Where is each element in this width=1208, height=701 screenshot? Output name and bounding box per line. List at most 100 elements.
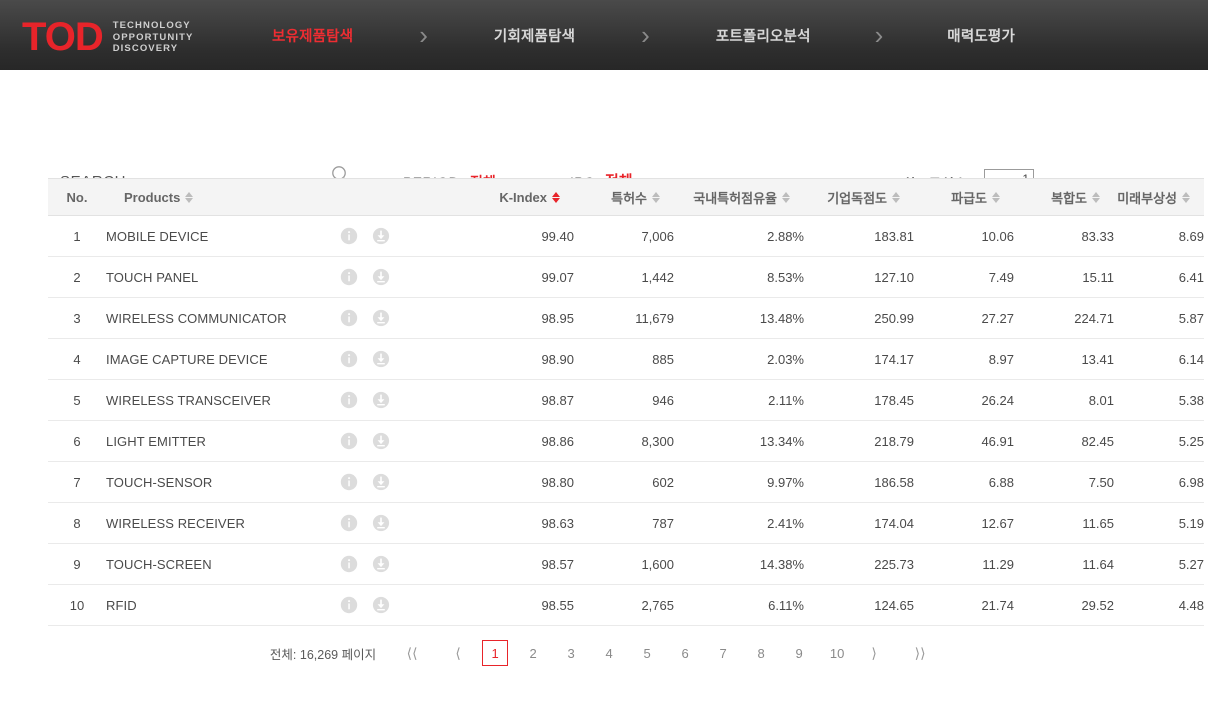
sort-icon-future[interactable] <box>1182 191 1190 203</box>
download-icon[interactable] <box>372 555 390 573</box>
cell-actions <box>336 584 466 626</box>
column-header-kindex[interactable]: K-Index <box>466 178 574 216</box>
sort-icon-monopoly[interactable] <box>892 191 900 203</box>
nav-item-portfolio-analysis[interactable]: 포트폴리오분석 <box>716 25 811 46</box>
pagination-page-8[interactable]: 8 <box>748 641 774 665</box>
cell-future: 5.87 <box>1114 297 1204 339</box>
cell-kindex: 98.63 <box>466 502 574 544</box>
cell-product-name[interactable]: LIGHT EMITTER <box>106 420 336 462</box>
column-header-domestic-share-label: 국내특허점유율 <box>693 190 777 206</box>
cell-product-name[interactable]: WIRELESS RECEIVER <box>106 502 336 544</box>
nav-item-owned-product-search[interactable]: 보유제품탐색 <box>272 25 353 46</box>
info-icon[interactable] <box>340 227 358 245</box>
cell-domestic-share: 8.53% <box>674 256 804 298</box>
cell-complexity: 11.64 <box>1014 543 1114 585</box>
info-icon[interactable] <box>340 350 358 368</box>
column-header-complexity[interactable]: 복합도 <box>1014 178 1114 216</box>
column-header-impact[interactable]: 파급도 <box>914 178 1014 216</box>
download-icon[interactable] <box>372 473 390 491</box>
cell-product-name[interactable]: WIRELESS COMMUNICATOR <box>106 297 336 339</box>
pagination-page-1[interactable]: 1 <box>482 640 509 666</box>
info-icon[interactable] <box>340 555 358 573</box>
cell-impact: 6.88 <box>914 461 1014 503</box>
pagination-page-3[interactable]: 3 <box>558 641 584 665</box>
sort-icon-impact[interactable] <box>992 191 1000 203</box>
sort-icon-domestic-share[interactable] <box>782 191 790 203</box>
nav-item-attractiveness-evaluation[interactable]: 매력도평가 <box>947 25 1015 46</box>
cell-product-name[interactable]: MOBILE DEVICE <box>106 215 336 257</box>
cell-kindex: 98.57 <box>466 543 574 585</box>
cell-impact: 7.49 <box>914 256 1014 298</box>
table-row[interactable]: 4 IMAGE CAPTURE DEVICE 98.90 885 2.03% 174.17… <box>48 338 1204 380</box>
cell-product-name[interactable]: TOUCH-SCREEN <box>106 543 336 585</box>
chevron-right-icon-1: › <box>419 20 428 50</box>
download-icon[interactable] <box>372 350 390 368</box>
info-icon[interactable] <box>340 596 358 614</box>
sort-icon-kindex[interactable] <box>552 191 560 203</box>
cell-product-name[interactable]: TOUCH PANEL <box>106 256 336 298</box>
column-header-monopoly[interactable]: 기업독점도 <box>804 178 914 216</box>
cell-kindex: 98.95 <box>466 297 574 339</box>
info-icon[interactable] <box>340 432 358 450</box>
pagination-page-10[interactable]: 10 <box>824 641 850 665</box>
info-icon[interactable] <box>340 268 358 286</box>
info-icon[interactable] <box>340 309 358 327</box>
download-icon[interactable] <box>372 391 390 409</box>
download-icon[interactable] <box>372 514 390 532</box>
logo[interactable]: TOD TECHNOLOGY OPPORTUNITY DISCOVERY <box>22 13 272 57</box>
table-row[interactable]: 1 MOBILE DEVICE 99.40 7,006 2.88% 183.81 10.06… <box>48 215 1204 257</box>
sort-icon-products[interactable] <box>185 191 194 203</box>
cell-domestic-share: 9.97% <box>674 461 804 503</box>
table-row[interactable]: 10 RFID 98.55 2,765 6.11% 124.65 21.74 29.52 4.4… <box>48 584 1204 626</box>
cell-kindex: 99.40 <box>466 215 574 257</box>
cell-impact: 21.74 <box>914 584 1014 626</box>
table-row[interactable]: 7 TOUCH-SENSOR 98.80 602 9.97% 186.58 6.88 7.50… <box>48 461 1204 503</box>
cell-actions <box>336 297 466 339</box>
column-header-kindex-label: K-Index <box>499 189 547 205</box>
pagination-page-9[interactable]: 9 <box>786 641 812 665</box>
column-header-patents[interactable]: 특허수 <box>574 178 674 216</box>
column-header-products-label: Products <box>124 189 181 205</box>
table-row[interactable]: 2 TOUCH PANEL 99.07 1,442 8.53% 127.10 7.49 15.… <box>48 256 1204 298</box>
table-row[interactable]: 9 TOUCH-SCREEN 98.57 1,600 14.38% 225.73 11.29… <box>48 543 1204 585</box>
pagination-next-button[interactable]: ⟩ <box>861 641 887 665</box>
cell-no: 6 <box>48 420 106 462</box>
sort-icon-complexity[interactable] <box>1092 191 1100 203</box>
table-row[interactable]: 6 LIGHT EMITTER 98.86 8,300 13.34% 218.79 46.9… <box>48 420 1204 462</box>
info-icon[interactable] <box>340 391 358 409</box>
app-header: TOD TECHNOLOGY OPPORTUNITY DISCOVERY 보유제… <box>0 0 1208 70</box>
cell-product-name[interactable]: WIRELESS TRANSCEIVER <box>106 379 336 421</box>
download-icon[interactable] <box>372 596 390 614</box>
sort-icon-patents[interactable] <box>652 191 660 203</box>
download-icon[interactable] <box>372 432 390 450</box>
column-header-future[interactable]: 미래부상성 <box>1114 178 1204 216</box>
table-row[interactable]: 3 WIRELESS COMMUNICATOR 98.95 11,679 13.48% 2… <box>48 297 1204 339</box>
column-header-domestic-share[interactable]: 국내특허점유율 <box>674 178 804 216</box>
pagination-page-4[interactable]: 4 <box>596 641 622 665</box>
cell-monopoly: 178.45 <box>804 379 914 421</box>
pagination-page-2[interactable]: 2 <box>520 641 546 665</box>
info-icon[interactable] <box>340 473 358 491</box>
pagination-prev-button[interactable]: ⟨ <box>445 641 471 665</box>
table-row[interactable]: 5 WIRELESS TRANSCEIVER 98.87 946 2.11% 178.45… <box>48 379 1204 421</box>
pagination-last-button[interactable]: ⟩⟩ <box>907 641 933 665</box>
pagination-page-6[interactable]: 6 <box>672 641 698 665</box>
table-row[interactable]: 8 WIRELESS RECEIVER 98.63 787 2.41% 174.04 12.… <box>48 502 1204 544</box>
pagination-page-7[interactable]: 7 <box>710 641 736 665</box>
download-icon[interactable] <box>372 268 390 286</box>
cell-patents: 787 <box>574 502 674 544</box>
cell-monopoly: 250.99 <box>804 297 914 339</box>
cell-impact: 46.91 <box>914 420 1014 462</box>
pagination-first-button[interactable]: ⟨⟨ <box>399 641 425 665</box>
cell-product-name[interactable]: IMAGE CAPTURE DEVICE <box>106 338 336 380</box>
download-icon[interactable] <box>372 227 390 245</box>
cell-complexity: 7.50 <box>1014 461 1114 503</box>
pagination-page-5[interactable]: 5 <box>634 641 660 665</box>
download-icon[interactable] <box>372 309 390 327</box>
info-icon[interactable] <box>340 514 358 532</box>
cell-product-name[interactable]: RFID <box>106 584 336 626</box>
cell-monopoly: 174.04 <box>804 502 914 544</box>
nav-item-opportunity-product-search[interactable]: 기회제품탐색 <box>494 25 575 46</box>
column-header-products[interactable]: Products <box>106 178 336 216</box>
cell-product-name[interactable]: TOUCH-SENSOR <box>106 461 336 503</box>
